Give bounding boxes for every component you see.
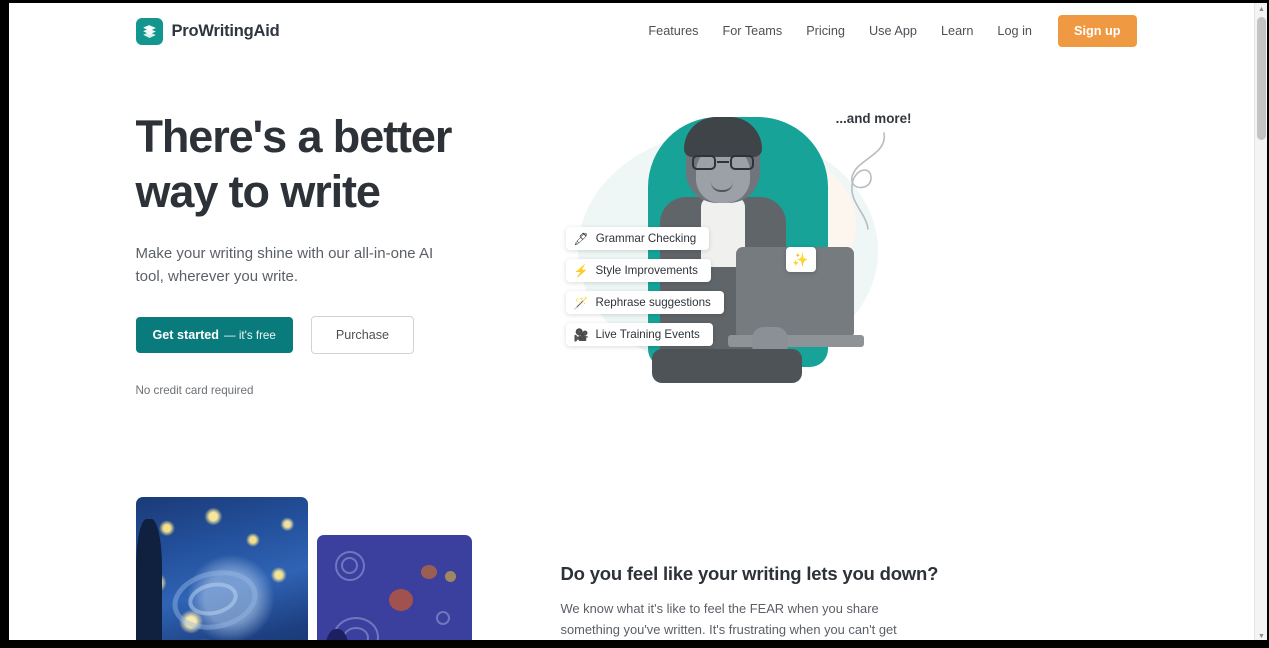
laptop-base [727,335,864,347]
purchase-button[interactable]: Purchase [310,316,415,355]
brand-name: ProWritingAid [171,21,280,40]
hero-section: There's a better way to write Make your … [127,109,1137,409]
feature-chip-live-training-events: 🎥 Live Training Events [565,323,713,346]
simplified-painting-card [316,535,472,640]
nav-item-log-in[interactable]: Log in [985,18,1044,44]
get-started-button[interactable]: Get started — it's free [135,317,293,354]
section2-paragraph: We know what it's like to feel the FEAR … [560,601,897,637]
curly-arrow-icon [850,132,885,230]
magic-wand-icon: 🪄 [573,295,589,310]
section2-copy: Do you feel like your writing lets you d… [551,497,1137,640]
header-inner: ProWritingAid Features For Teams Pricing… [127,15,1137,47]
hero-illustration: ...and more! ✨ 🖋 Grammar Checking ⚡ Styl… [556,99,916,399]
hero-title-line-2: way to write [135,166,381,218]
scroll-up-arrow-icon[interactable]: ▲ [1255,3,1268,16]
feature-chip-label: Grammar Checking [595,232,697,245]
brand-logo[interactable]: ProWritingAid [135,17,280,45]
page-scrollbar[interactable]: ▲ ▼ [1254,3,1267,648]
hero-illustration-area: ...and more! ✨ 🖋 Grammar Checking ⚡ Styl… [565,109,1137,409]
feature-chip-label: Live Training Events [595,328,700,341]
hero-subtitle: Make your writing shine with our all-in-… [135,244,434,285]
feature-chip-grammar-checking: 🖋 Grammar Checking [565,227,710,250]
get-started-sublabel: — it's free [224,329,276,343]
page-viewport: ProWritingAid Features For Teams Pricing… [9,3,1254,640]
video-camera-icon: 🎥 [573,327,589,342]
feature-chip-list: 🖋 Grammar Checking ⚡ Style Improvements … [565,227,724,346]
window-bottom-edge [0,640,1269,648]
site-header: ProWritingAid Features For Teams Pricing… [9,3,1254,59]
feature-chip-style-improvements: ⚡ Style Improvements [565,259,711,282]
glasses-icon [691,155,754,170]
nav-item-features[interactable]: Features [636,18,710,44]
nav-item-pricing[interactable]: Pricing [794,18,857,44]
feature-chip-label: Rephrase suggestions [595,296,711,309]
section2-images: My idea in my head [135,497,551,640]
quill-pen-icon: 🖋 [573,231,589,246]
browser-window-frame: ProWritingAid Features For Teams Pricing… [0,0,1269,648]
hero-title-line-1: There's a better [135,111,453,162]
page-content: ProWritingAid Features For Teams Pricing… [9,3,1254,640]
person-legs [651,349,802,383]
get-started-label: Get started [152,328,220,343]
writing-lets-you-down-section: My idea in my head Do you feel like your… [127,497,1137,640]
lightning-bolt-icon: ⚡ [573,263,589,278]
main-navigation: Features For Teams Pricing Use App Learn… [636,15,1137,47]
starry-night-painting [135,497,308,640]
hero-cta-row: Get started — it's free Purchase [135,316,566,355]
no-credit-card-note: No credit card required [135,384,254,398]
nav-item-for-teams[interactable]: For Teams [711,18,795,44]
nav-item-use-app[interactable]: Use App [857,18,929,44]
feature-chip-label: Style Improvements [595,264,698,277]
person-hair [683,117,762,157]
scrollbar-thumb[interactable] [1257,17,1266,140]
nav-item-learn[interactable]: Learn [929,18,985,44]
feature-chip-rephrase-suggestions: 🪄 Rephrase suggestions [565,291,724,314]
page-title: There's a better way to write [136,109,566,220]
and-more-label: ...and more! [835,111,912,126]
sparkle-badge: ✨ [785,247,816,272]
sign-up-button[interactable]: Sign up [1057,15,1137,47]
book-pages-icon [135,17,163,45]
section2-heading: Do you feel like your writing lets you d… [560,563,939,584]
hero-copy: There's a better way to write Make your … [135,109,566,398]
